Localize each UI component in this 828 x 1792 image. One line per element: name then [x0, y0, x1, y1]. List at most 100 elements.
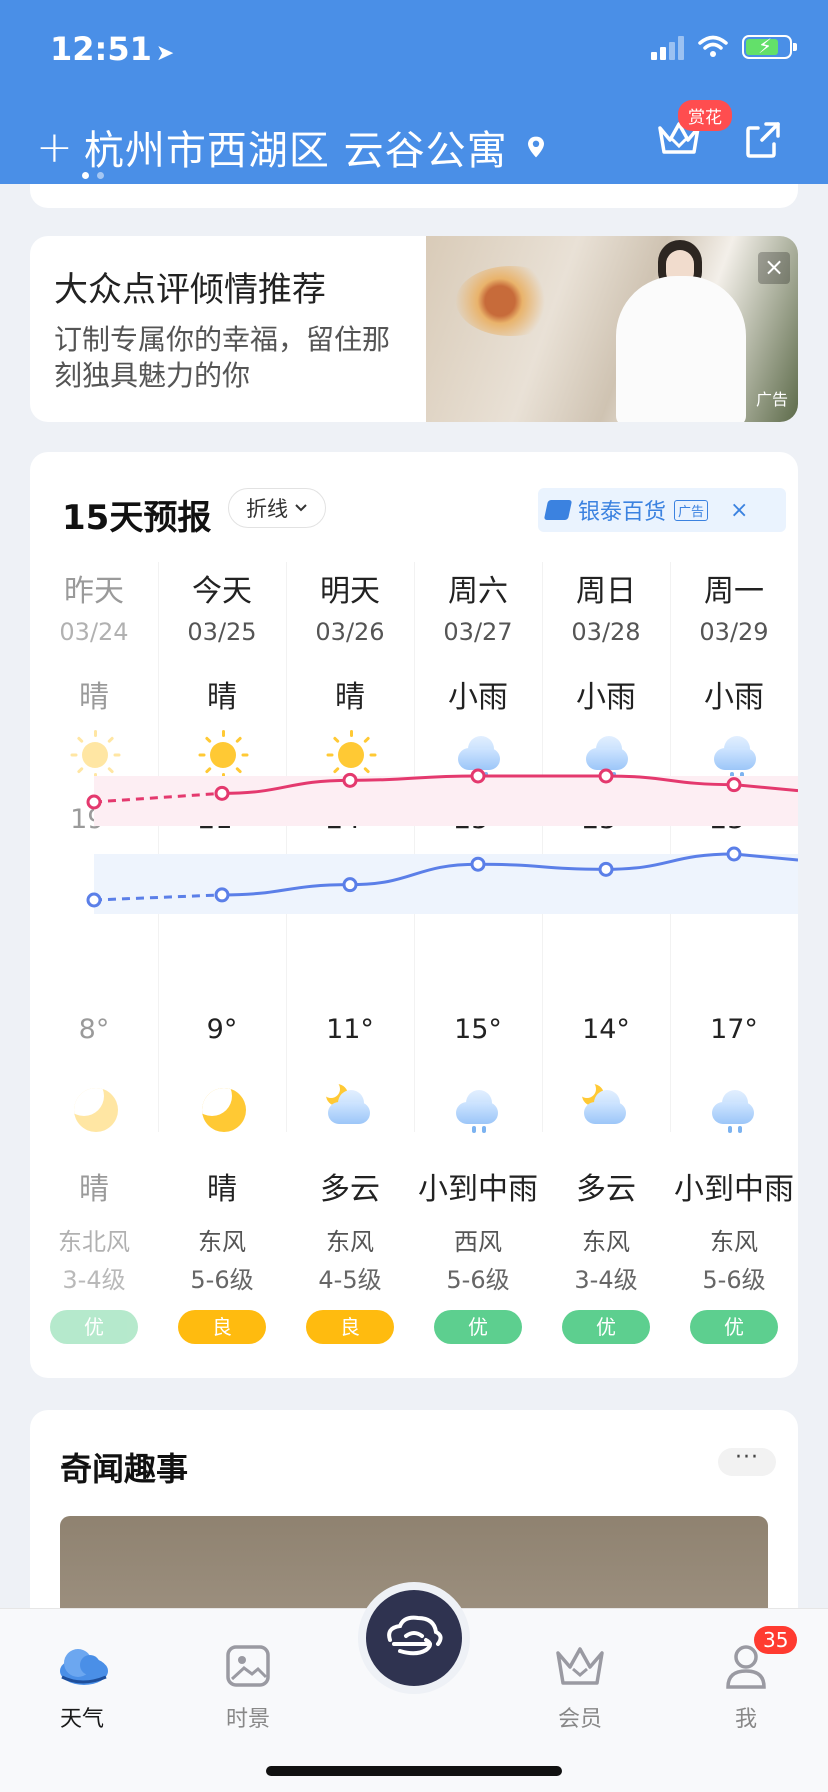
chevron-down-icon — [295, 504, 307, 512]
high-temp-point — [214, 785, 230, 801]
night-condition: 多云 — [320, 1172, 380, 1207]
battery-icon: ⚡ — [742, 34, 797, 59]
day-name: 周一 — [704, 574, 764, 609]
day-date: 03/28 — [571, 618, 641, 646]
aqi-badge: 良 — [306, 1310, 394, 1344]
aqi-badge: 良 — [178, 1310, 266, 1344]
tab-scenery[interactable]: 时景 — [198, 1641, 298, 1733]
wind-direction: 东风 — [326, 1228, 374, 1256]
day-name: 周日 — [576, 574, 636, 609]
wind-level: 4-5级 — [318, 1266, 382, 1294]
high-temp-point — [598, 768, 614, 784]
night-condition: 多云 — [576, 1172, 636, 1207]
day-name: 昨天 — [64, 574, 124, 609]
home-indicator — [266, 1766, 562, 1776]
low-temp-band — [94, 854, 798, 914]
day-condition: 小雨 — [704, 680, 764, 715]
ad-label: 广告 — [755, 390, 788, 409]
sponsor-banner[interactable]: 银泰百货 广告 × — [538, 488, 786, 532]
wind-level: 5-6级 — [190, 1266, 254, 1294]
low-temp-label: 8° — [78, 1014, 110, 1045]
cloud-icon — [60, 1649, 108, 1685]
day-date: 03/29 — [699, 618, 769, 646]
center-action-button[interactable] — [358, 1582, 470, 1694]
night-condition: 晴 — [207, 1172, 237, 1207]
ad-title[interactable]: 大众点评倾情推荐 — [54, 262, 326, 311]
day-condition: 小雨 — [448, 680, 508, 715]
wind-direction: 东风 — [710, 1228, 758, 1256]
aqi-badge: 优 — [434, 1310, 522, 1344]
notification-badge: 35 — [754, 1626, 798, 1654]
high-temp-point — [726, 777, 742, 793]
day-date: 03/26 — [315, 618, 385, 646]
low-temp-label: 15° — [454, 1014, 502, 1045]
crown-icon — [556, 1647, 604, 1685]
wind-direction: 东北风 — [58, 1228, 130, 1256]
tab-member-label: 会员 — [557, 1707, 602, 1732]
ad-image[interactable]: × 广告 — [426, 236, 798, 422]
temperature-chart — [86, 768, 798, 914]
forecast-title: 15天预报 — [62, 498, 212, 538]
tab-scenery-label: 时景 — [225, 1707, 270, 1732]
night-condition: 小到中雨 — [418, 1172, 538, 1207]
more-options-button[interactable]: ··· — [718, 1447, 776, 1476]
aqi-badge: 优 — [562, 1310, 650, 1344]
reward-badge[interactable]: 赏花 — [678, 100, 732, 131]
day-date: 03/24 — [59, 618, 129, 646]
aqi-badge: 优 — [50, 1310, 138, 1344]
low-temp-label: 14° — [582, 1014, 630, 1045]
chart-mode-dropdown[interactable]: 折线 — [228, 488, 326, 528]
day-date: 03/25 — [187, 618, 257, 646]
tab-weather[interactable]: 天气 — [32, 1641, 132, 1733]
wind-direction: 东风 — [582, 1228, 630, 1256]
low-temp-point — [214, 887, 230, 903]
high-temp-point — [86, 794, 102, 810]
day-name: 今天 — [192, 574, 252, 609]
high-temp-point — [470, 768, 486, 784]
location-pin-icon — [527, 136, 544, 158]
low-temp-point — [470, 856, 486, 872]
wind-cloud-logo-icon — [387, 1615, 443, 1656]
aqi-badge: 优 — [690, 1310, 778, 1344]
status-time: 12:51 ➤ — [50, 30, 174, 68]
day-condition: 晴 — [79, 680, 109, 715]
ad-description[interactable]: 订制专属你的幸福，留住那刻独具魅力的你 — [54, 322, 404, 394]
day-condition: 小雨 — [576, 680, 636, 715]
wind-level: 3-4级 — [574, 1266, 638, 1294]
wind-direction: 西风 — [454, 1228, 502, 1256]
day-condition: 晴 — [207, 680, 237, 715]
previous-card-edge — [30, 184, 798, 208]
day-name: 明天 — [320, 574, 380, 609]
low-temp-label: 11° — [326, 1014, 374, 1045]
page-indicator — [82, 172, 104, 179]
tab-member[interactable]: 会员 — [530, 1641, 630, 1733]
moon-cloud-icon — [322, 1080, 378, 1136]
image-icon — [226, 1645, 270, 1687]
status-icons: ⚡ — [651, 34, 797, 60]
tab-me-label: 我 — [734, 1707, 757, 1732]
location-selector[interactable]: + 杭州市西湖区 云谷公寓 — [36, 118, 548, 176]
rain-cloud-icon — [708, 1084, 762, 1136]
moon-cloud-icon — [578, 1080, 634, 1136]
tab-weather-label: 天气 — [59, 1707, 104, 1732]
sponsor-close-button[interactable]: × — [730, 498, 748, 523]
tab-me[interactable]: 我 — [696, 1641, 796, 1733]
day-name: 周六 — [448, 574, 508, 609]
moon-icon — [74, 1088, 118, 1132]
low-temp-label: 17° — [710, 1014, 758, 1045]
ad-close-button[interactable]: × — [758, 252, 790, 284]
wifi-icon — [698, 35, 728, 57]
wind-level: 5-6级 — [702, 1266, 766, 1294]
share-icon[interactable] — [744, 120, 784, 160]
wind-level: 5-6级 — [446, 1266, 510, 1294]
sponsor-name[interactable]: 银泰百货 — [578, 494, 666, 526]
low-temp-point — [342, 877, 358, 893]
low-temp-label: 9° — [206, 1014, 238, 1045]
forecast-card: 15天预报 折线 银泰百货 广告 × 昨天 03/24 晴 19° 8° 晴东北风 3-4级… — [30, 452, 798, 1378]
ad-card[interactable]: 大众点评倾情推荐 订制专属你的幸福，留住那刻独具魅力的你 × 广告 — [30, 236, 798, 422]
sponsor-logo-icon — [543, 500, 573, 520]
location-name[interactable]: 杭州市西湖区 云谷公寓 — [84, 118, 508, 176]
low-temp-point — [86, 892, 102, 908]
night-condition: 小到中雨 — [674, 1172, 794, 1207]
add-city-button[interactable]: + — [36, 122, 74, 173]
